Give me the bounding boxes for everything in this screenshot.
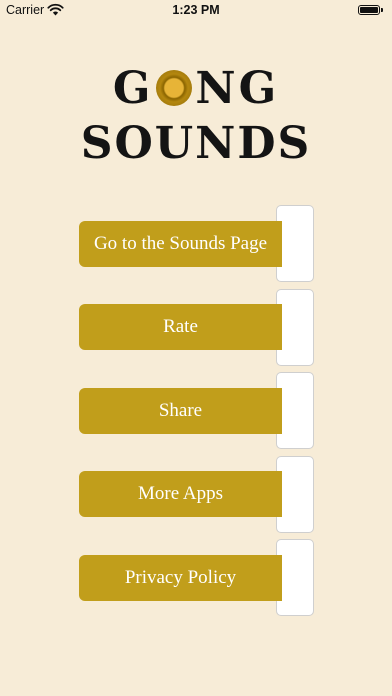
clock: 1:23 PM xyxy=(172,3,220,17)
battery-icon xyxy=(358,5,383,15)
privacy-policy-button[interactable]: Privacy Policy xyxy=(79,555,282,601)
go-to-sounds-button[interactable]: Go to the Sounds Page xyxy=(79,221,282,267)
app-title-line2: SOUNDS xyxy=(80,118,312,169)
title-letters-ng: NG xyxy=(195,63,280,114)
share-button[interactable]: Share xyxy=(79,388,282,434)
title-letter-g: G xyxy=(112,63,154,114)
app-title-line1: G NG xyxy=(0,67,392,111)
rate-button[interactable]: Rate xyxy=(79,304,282,350)
status-bar: Carrier 1:23 PM xyxy=(0,0,392,22)
more-apps-button[interactable]: More Apps xyxy=(79,471,282,517)
gong-icon xyxy=(156,70,193,106)
